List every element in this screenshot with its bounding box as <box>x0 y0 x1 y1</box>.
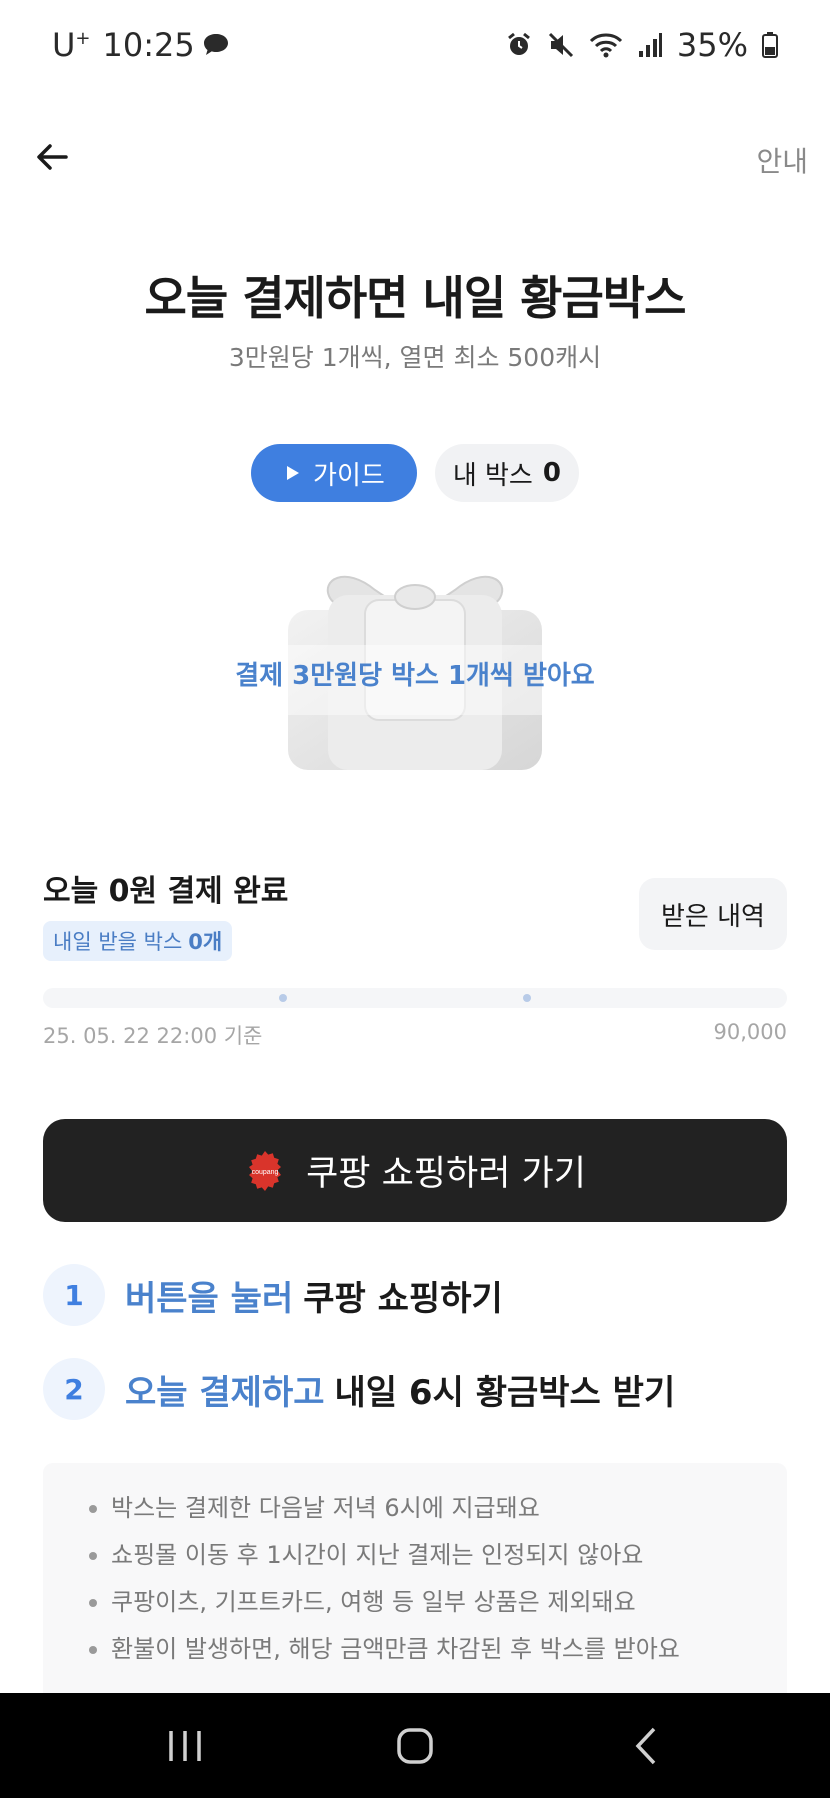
guide-button-label: 가이드 <box>313 460 385 491</box>
back-arrow-icon[interactable] <box>28 132 78 182</box>
coupang-logo-text: coupang <box>252 1169 279 1176</box>
progress-bar <box>43 988 787 1008</box>
step-body: 쿠팡 쇼핑하기 <box>303 1278 503 1319</box>
carrier-label: U+ <box>52 26 91 64</box>
clock: 10:25 <box>102 26 195 64</box>
notice-list: 박스는 결제한 다음날 저녁 6시에 지급돼요 쇼핑몰 이동 후 1시간이 지난… <box>43 1463 787 1673</box>
my-box-button[interactable]: 내 박스 0 <box>434 444 579 502</box>
page-title: 오늘 결제하면 내일 황금박스 <box>144 271 687 325</box>
mute-icon <box>548 32 573 58</box>
page-subtitle: 3만원당 1개씩, 열면 최소 500캐시 <box>228 343 602 372</box>
info-link[interactable]: 안내 <box>756 140 808 180</box>
status-right: 35% <box>505 26 778 64</box>
step-highlight: 버튼을 눌러 <box>125 1278 294 1319</box>
go-shopping-label: 쿠팡 쇼핑하러 가기 <box>306 1154 586 1194</box>
notice-item: 쿠팡이츠, 기프트카드, 여행 등 일부 상품은 제외돼요 <box>89 1579 787 1626</box>
pill-row: 가이드 내 박스 0 <box>0 444 830 502</box>
back-icon[interactable] <box>618 1721 678 1771</box>
step-2: 2 오늘 결제하고 내일 6시 황금박스 받기 <box>43 1358 675 1420</box>
step-text: 오늘 결제하고 내일 6시 황금박스 받기 <box>125 1365 675 1414</box>
gift-caption: 결제 3만원당 박스 1개씩 받아요 <box>235 661 595 691</box>
timestamp: 25. 05. 22 22:00 기준 <box>43 1024 263 1048</box>
notice-box: 박스는 결제한 다음날 저녁 6시에 지급돼요 쇼핑몰 이동 후 1시간이 지난… <box>43 1463 787 1703</box>
tomorrow-box-count: 0개 <box>188 930 223 954</box>
tomorrow-box-label: 내일 받을 박스 <box>53 930 183 954</box>
battery-icon <box>762 32 778 58</box>
my-box-label: 내 박스 <box>452 460 533 491</box>
step-body: 내일 6시 황금박스 받기 <box>334 1372 676 1413</box>
status-left: U+ 10:25 <box>52 26 231 64</box>
progress-milestone <box>279 994 287 1002</box>
alarm-icon <box>507 32 530 55</box>
status-bar: U+ 10:25 35% <box>0 0 830 90</box>
coupang-logo: coupang <box>249 1150 282 1191</box>
header: 안내 <box>0 110 830 200</box>
my-box-count: 0 <box>542 458 561 488</box>
wifi-icon <box>589 33 622 58</box>
battery-percent: 35% <box>676 26 748 64</box>
step-text: 버튼을 눌러 쿠팡 쇼핑하기 <box>125 1271 503 1320</box>
play-icon <box>287 466 300 480</box>
go-shopping-button[interactable]: coupang 쿠팡 쇼핑하러 가기 <box>43 1119 787 1222</box>
signal-icon <box>638 33 662 57</box>
notice-item: 쇼핑몰 이동 후 1시간이 지난 결제는 인정되지 않아요 <box>89 1532 787 1579</box>
tomorrow-box-badge: 내일 받을 박스 0개 <box>43 921 233 961</box>
progress-milestone <box>523 994 531 1002</box>
step-highlight: 오늘 결제하고 <box>125 1372 325 1413</box>
step-1: 1 버튼을 눌러 쿠팡 쇼핑하기 <box>43 1264 503 1326</box>
history-button[interactable]: 받은 내역 <box>639 878 787 950</box>
recent-apps-icon[interactable] <box>155 1721 215 1771</box>
notice-item: 박스는 결제한 다음날 저녁 6시에 지급돼요 <box>89 1485 787 1532</box>
home-icon[interactable] <box>385 1721 445 1771</box>
notice-item: 환불이 발생하면, 해당 금액만큼 차감된 후 박스를 받아요 <box>89 1626 787 1673</box>
today-payment-status: 오늘 0원 결제 완료 <box>43 874 289 909</box>
step-number: 2 <box>43 1358 105 1420</box>
max-amount: 90,000 <box>713 1020 787 1044</box>
step-number: 1 <box>43 1264 105 1326</box>
system-nav-bar <box>0 1693 830 1798</box>
guide-button[interactable]: 가이드 <box>251 444 417 502</box>
chat-bubble-icon <box>203 34 228 55</box>
